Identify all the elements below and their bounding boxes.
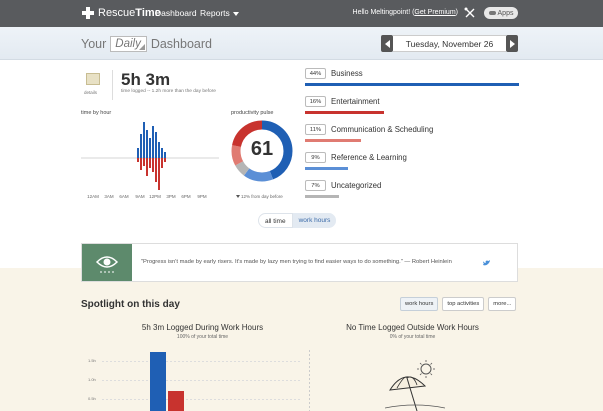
work-hours-subtitle: 100% of your total time: [176, 334, 229, 340]
hour-label: 9PM: [197, 194, 207, 199]
page-title: Your Daily Dashboard: [81, 36, 212, 52]
productive-time-bar[interactable]: [150, 352, 166, 411]
category-row[interactable]: 7% Uncategorized: [305, 180, 519, 202]
grid-line: [102, 380, 302, 381]
rescuetime-logo[interactable]: RescueTime: [82, 7, 161, 19]
pulse-change-note: 12% from day before: [236, 194, 283, 199]
apps-button[interactable]: Apps: [484, 7, 518, 19]
grid-line: [102, 399, 302, 400]
category-name: Entertainment: [331, 97, 380, 106]
user-greeting: Hello Meltingpoint! (Get Premium): [352, 9, 458, 16]
productivity-pulse-label: productivity pulse: [231, 110, 274, 116]
all-time-option[interactable]: all time: [258, 213, 293, 228]
period-select[interactable]: Daily: [110, 36, 147, 52]
tab-more[interactable]: more...: [488, 297, 517, 311]
eye-icon: [95, 256, 119, 273]
details-icon[interactable]: [86, 73, 100, 85]
category-bar: [305, 167, 348, 170]
arrow-left-icon: [384, 39, 390, 48]
get-premium-link[interactable]: Get Premium: [414, 9, 455, 16]
next-day-button[interactable]: [506, 35, 518, 52]
hour-label: 9AM: [135, 194, 145, 199]
outside-hours-title: No Time Logged Outside Work Hours: [346, 323, 479, 332]
details-link[interactable]: details: [84, 90, 97, 95]
y-axis-tick: 1.0h: [88, 377, 96, 382]
twitter-icon[interactable]: [483, 260, 491, 266]
tab-top-activities[interactable]: top activities: [442, 297, 485, 311]
beach-umbrella-icon: [385, 360, 445, 411]
category-percent: 16%: [305, 96, 326, 107]
category-name: Business: [331, 69, 363, 78]
category-row[interactable]: 16% Entertainment: [305, 96, 519, 118]
hour-label: 6PM: [181, 194, 191, 199]
hour-label: 12AM: [87, 194, 99, 199]
nav-reports-menu[interactable]: Reports: [200, 8, 239, 18]
hour-label: 3PM: [166, 194, 176, 199]
previous-day-button[interactable]: [381, 35, 393, 52]
category-bar: [305, 111, 384, 114]
category-bar: [305, 139, 361, 142]
tab-work-hours[interactable]: work hours: [400, 297, 439, 311]
category-row[interactable]: 44% Business: [305, 68, 519, 90]
total-time-logged: 5h 3m: [121, 70, 171, 89]
quote-panel: "Progress isn't made by early risers. It…: [81, 243, 518, 282]
hourly-bars: [137, 122, 166, 190]
category-percent: 11%: [305, 124, 326, 135]
time-scope-toggle: all time work hours: [258, 213, 337, 228]
column-divider: [309, 350, 310, 411]
distracting-time-bar[interactable]: [168, 391, 184, 411]
time-by-hour-chart[interactable]: [81, 118, 219, 194]
eye-panel: [82, 244, 132, 281]
hour-label: 3AM: [104, 194, 114, 199]
y-axis-tick: 0.5h: [88, 396, 96, 401]
hour-label: 12PM: [149, 194, 161, 199]
dashboard-header: Your Daily Dashboard Tuesday, November 2…: [0, 27, 603, 60]
category-name: Communication & Scheduling: [331, 125, 434, 134]
current-date[interactable]: Tuesday, November 26: [393, 35, 506, 52]
category-bar: [305, 195, 339, 198]
category-name: Uncategorized: [331, 181, 382, 190]
hour-axis: 12AM 3AM 6AM 9AM 12PM 3PM 6PM 9PM: [86, 194, 208, 202]
nav-dashboard-link[interactable]: Dashboard: [155, 8, 197, 18]
time-by-hour-label: time by hour: [81, 110, 112, 116]
category-row[interactable]: 11% Communication & Scheduling: [305, 124, 519, 146]
quote-text: "Progress isn't made by early risers. It…: [141, 259, 452, 265]
category-name: Reference & Learning: [331, 153, 407, 162]
top-nav: RescueTime Dashboard Reports Hello Melti…: [0, 0, 603, 27]
logo-cross-icon: [82, 7, 94, 19]
work-hours-option[interactable]: work hours: [292, 213, 337, 228]
category-percent: 44%: [305, 68, 326, 79]
productivity-pulse-value: 61: [250, 138, 274, 160]
divider: [112, 70, 113, 100]
tools-icon[interactable]: [464, 7, 476, 19]
y-axis-tick: 1.5h: [88, 358, 96, 363]
category-percent: 9%: [305, 152, 326, 163]
spotlight-tabs: work hours top activities more...: [400, 297, 517, 311]
grid-line: [102, 361, 302, 362]
hour-label: 6AM: [119, 194, 129, 199]
category-bar: [305, 83, 519, 86]
time-logged-note: time logged -- 1.2h more than the day be…: [121, 89, 216, 94]
category-row[interactable]: 9% Reference & Learning: [305, 152, 519, 174]
spotlight-background: [0, 268, 603, 411]
work-hours-title: 5h 3m Logged During Work Hours: [141, 323, 264, 332]
down-arrow-icon: [236, 195, 240, 198]
chevron-down-icon: [232, 11, 239, 16]
arrow-right-icon: [509, 39, 515, 48]
category-percent: 7%: [305, 180, 326, 191]
outside-hours-subtitle: 0% of your total time: [389, 334, 436, 340]
cloud-icon: [488, 11, 496, 15]
date-navigator: Tuesday, November 26: [381, 35, 518, 52]
spotlight-title: Spotlight on this day: [81, 299, 180, 310]
